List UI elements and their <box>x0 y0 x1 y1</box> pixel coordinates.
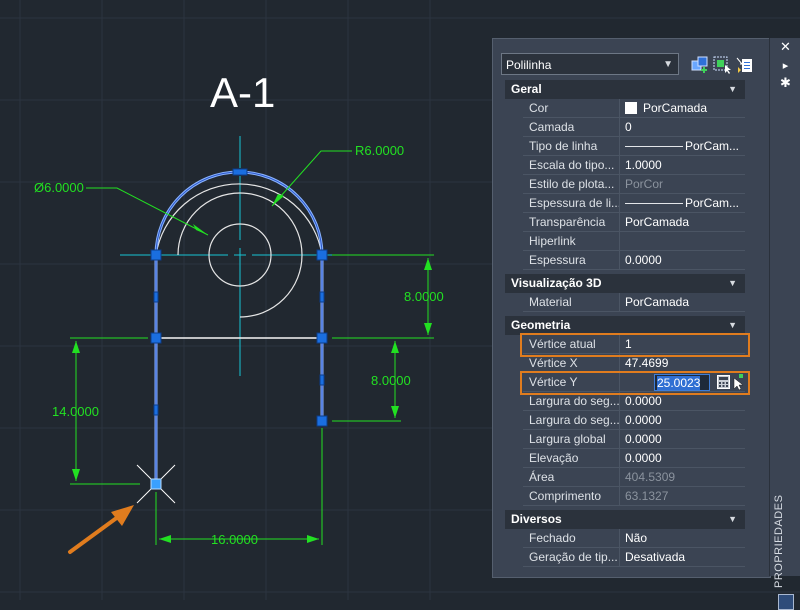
chevron-down-icon: ▼ <box>663 59 673 70</box>
prop-value[interactable]: 0.0000 <box>621 430 745 448</box>
prop-label: Área <box>523 468 620 486</box>
close-icon[interactable]: ✕ <box>770 40 800 56</box>
section-diversos-header[interactable]: Diversos ▼ <box>505 510 745 529</box>
select-objects-button[interactable] <box>711 53 733 75</box>
prop-row-tipo-linha[interactable]: Tipo de linha PorCam... <box>523 137 745 156</box>
prop-label: Geração de tip... <box>523 548 620 566</box>
prop-value[interactable]: PorCamada <box>621 99 745 117</box>
prop-value[interactable]: 0 <box>621 118 745 136</box>
prop-value[interactable]: PorCam... <box>621 194 745 212</box>
prop-value[interactable]: PorCamada <box>621 293 745 311</box>
drawing-title: A-1 <box>210 69 275 116</box>
palette-title-strip: ✕ ▸ ✱ PROPRIEDADES <box>769 38 800 610</box>
prop-value[interactable]: 1.0000 <box>621 156 745 174</box>
prop-row-largura-seg-final[interactable]: Largura do seg... 0.0000 <box>523 411 745 430</box>
prop-label: Comprimento <box>523 487 620 505</box>
prop-label: Estilo de plota... <box>523 175 620 193</box>
dim-left-label: 14.0000 <box>52 404 99 419</box>
prop-label: Tipo de linha <box>523 137 620 155</box>
prop-row-material[interactable]: Material PorCamada <box>523 293 745 312</box>
prop-label: Transparência <box>523 213 620 231</box>
prop-row-hiperlink[interactable]: Hiperlink <box>523 232 745 251</box>
prop-value-text: PorCam... <box>685 196 740 210</box>
dim-radius-label: R6.0000 <box>355 143 404 158</box>
prop-value[interactable]: 0.0000 <box>621 449 745 467</box>
object-type-selector[interactable]: Polilinha ▼ <box>501 53 679 75</box>
section-geometria-title: Geometria <box>511 318 571 332</box>
dim-right-lower-label: 8.0000 <box>371 373 411 388</box>
quick-select-button[interactable] <box>734 53 756 75</box>
prop-row-area[interactable]: Área 404.5309 <box>523 468 745 487</box>
section-geral-header[interactable]: Geral ▼ <box>505 80 745 99</box>
properties-panel: Polilinha ▼ Geral ▼ Cor PorCamada Camada… <box>492 38 771 578</box>
highlight-vertice-atual <box>520 333 750 357</box>
prop-value[interactable]: 0.0000 <box>621 251 745 269</box>
properties-palette-icon <box>778 594 794 610</box>
prop-value-text: PorCam... <box>685 139 740 153</box>
lineweight-preview <box>625 203 683 205</box>
section-diversos-title: Diversos <box>511 512 562 526</box>
prop-label: Fechado <box>523 529 620 547</box>
prop-value[interactable]: PorCamada <box>621 213 745 231</box>
linetype-preview <box>625 146 683 148</box>
prop-label: Hiperlink <box>523 232 620 250</box>
prop-row-fechado[interactable]: Fechado Não <box>523 529 745 548</box>
color-swatch-icon <box>625 102 637 114</box>
prop-row-camada[interactable]: Camada 0 <box>523 118 745 137</box>
prop-label: Camada <box>523 118 620 136</box>
prop-row-largura-global[interactable]: Largura global 0.0000 <box>523 430 745 449</box>
prop-row-elevacao[interactable]: Elevação 0.0000 <box>523 449 745 468</box>
prop-value[interactable]: Não <box>621 529 745 547</box>
prop-row-escala[interactable]: Escala do tipo... 1.0000 <box>523 156 745 175</box>
dim-bottom-label: 16.0000 <box>211 532 258 547</box>
prop-row-cor[interactable]: Cor PorCamada <box>523 99 745 118</box>
prop-value-text: PorCamada <box>643 101 708 115</box>
quick-select-icon <box>736 57 752 73</box>
prop-label: Largura do seg... <box>523 411 620 429</box>
auto-hide-icon[interactable]: ▸ <box>770 58 800 74</box>
prop-value[interactable]: Desativada <box>621 548 745 566</box>
section-geral-title: Geral <box>511 82 542 96</box>
prop-value: PorCor <box>625 177 664 191</box>
section-vis3d-title: Visualização 3D <box>511 276 602 290</box>
dim-right-upper-label: 8.0000 <box>404 289 444 304</box>
prop-value: 63.1327 <box>625 489 669 503</box>
settings-icon[interactable]: ✱ <box>770 76 800 92</box>
prop-label: Elevação <box>523 449 620 467</box>
prop-label: Largura global <box>523 430 620 448</box>
prop-value: 404.5309 <box>625 470 676 484</box>
prop-row-geracao-tipo[interactable]: Geração de tip... Desativada <box>523 548 745 567</box>
object-type-value: Polilinha <box>506 58 552 72</box>
dim-diameter-label: Ø6.0000 <box>34 180 84 195</box>
chevron-down-icon: ▼ <box>728 278 737 288</box>
section-vis3d-header[interactable]: Visualização 3D ▼ <box>505 274 745 293</box>
prop-row-transparencia[interactable]: Transparência PorCamada <box>523 213 745 232</box>
chevron-down-icon: ▼ <box>728 514 737 524</box>
prop-label: Cor <box>523 99 620 117</box>
prop-row-estilo-plotagem[interactable]: Estilo de plota... PorCor <box>523 175 745 194</box>
prop-label: Escala do tipo... <box>523 156 620 174</box>
chevron-down-icon: ▼ <box>728 84 737 94</box>
toggle-pickadd-icon <box>691 56 708 73</box>
highlight-vertice-y <box>520 371 750 395</box>
prop-value[interactable]: 0.0000 <box>621 411 745 429</box>
prop-row-espessura[interactable]: Espessura 0.0000 <box>523 251 745 270</box>
prop-value[interactable] <box>621 232 745 250</box>
select-objects-icon <box>713 56 731 74</box>
toggle-pickadd-button[interactable] <box>689 53 711 75</box>
prop-value[interactable]: PorCam... <box>621 137 745 155</box>
current-vertex-grip[interactable] <box>150 478 162 490</box>
prop-row-comprimento[interactable]: Comprimento 63.1327 <box>523 487 745 506</box>
prop-label: Espessura <box>523 251 620 269</box>
prop-label: Espessura de li... <box>523 194 620 212</box>
palette-title: PROPRIEDADES <box>773 494 785 588</box>
prop-label: Material <box>523 293 620 311</box>
prop-row-espessura-linha[interactable]: Espessura de li... PorCam... <box>523 194 745 213</box>
